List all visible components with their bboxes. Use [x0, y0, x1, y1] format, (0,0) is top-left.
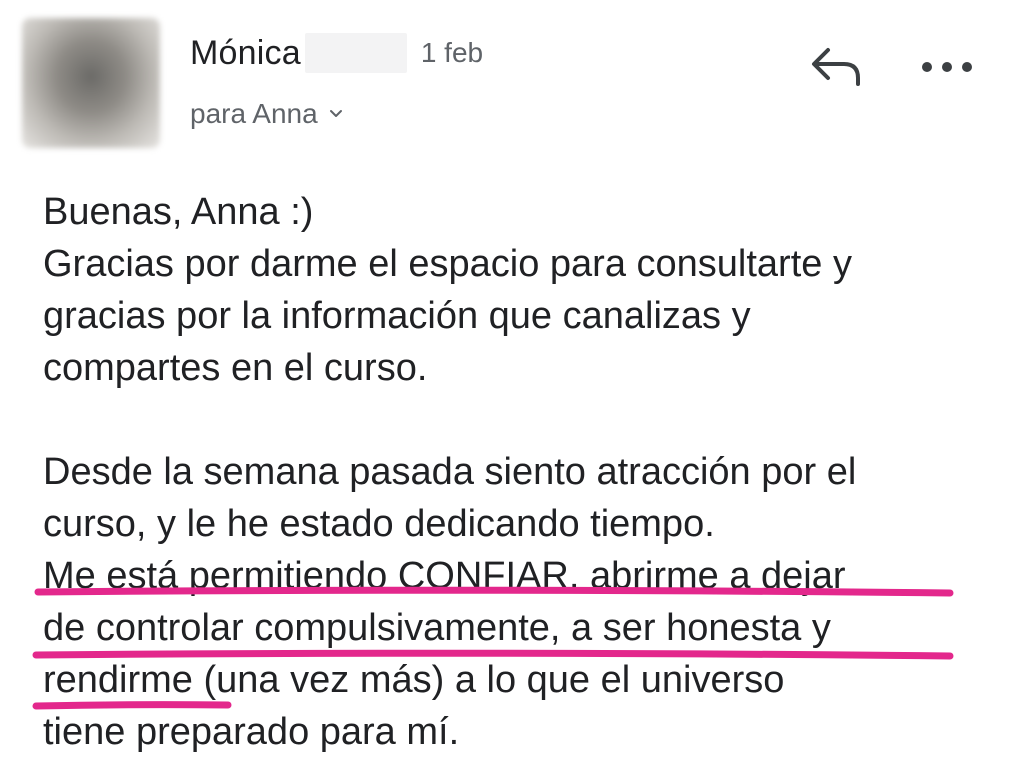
message-date: 1 feb: [420, 37, 484, 68]
recipient-label: para Anna: [190, 98, 318, 129]
sender-row: Mónica 1 feb: [190, 30, 483, 76]
reply-icon[interactable]: [810, 44, 864, 88]
body-line: gracias por la información que canalizas…: [43, 295, 751, 337]
body-line-highlighted: Me está permitiendo CONFIAR, abrirme a d…: [43, 555, 846, 597]
body-line: tiene preparado para mí.: [43, 711, 460, 753]
body-line: Desde la semana pasada siento atracción …: [43, 451, 857, 493]
sender-name[interactable]: Mónica: [190, 34, 301, 73]
body-line: Buenas, Anna :): [43, 191, 314, 233]
body-line-rest: (una vez más) a lo que el universo: [192, 659, 785, 701]
message-body: Buenas, Anna :) Gracias por darme el esp…: [43, 186, 1003, 758]
redacted-surname: [304, 33, 407, 73]
more-options-icon[interactable]: [918, 52, 976, 82]
recipient-details-toggle[interactable]: para Anna: [190, 94, 344, 134]
avatar[interactable]: [22, 18, 160, 148]
body-line: compartes en el curso.: [43, 347, 428, 389]
chevron-down-icon: [329, 110, 342, 117]
body-line: rendirme (una vez más) a lo que el unive…: [43, 654, 1003, 706]
highlighted-word: rendirme: [43, 659, 193, 701]
body-line-highlighted: de controlar compulsivamente, a ser hone…: [43, 607, 831, 649]
body-line: Gracias por darme el espacio para consul…: [43, 243, 852, 285]
body-line: curso, y le he estado dedicando tiempo.: [43, 503, 715, 545]
